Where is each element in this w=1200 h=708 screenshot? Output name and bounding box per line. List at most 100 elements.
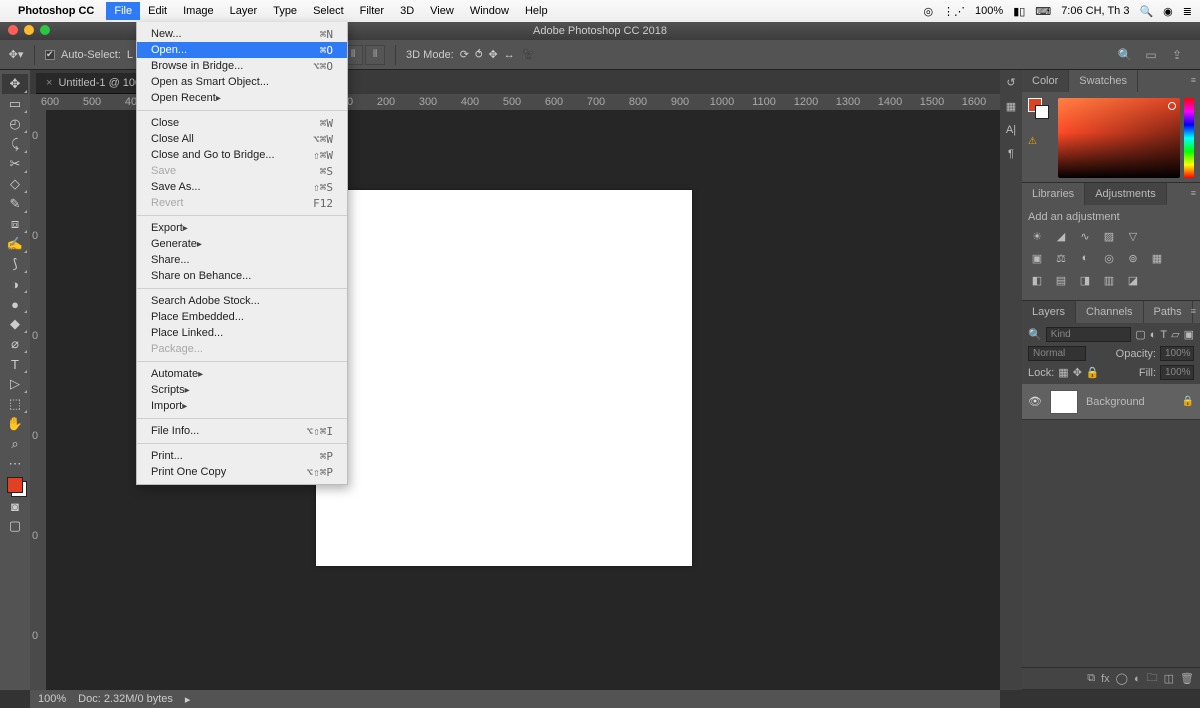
blur-tool[interactable]: ◆ (2, 314, 28, 334)
channel-mixer-icon[interactable]: ⊚ (1124, 249, 1142, 267)
layer-thumbnail[interactable] (1050, 390, 1078, 414)
filter-type-icon[interactable]: T (1160, 329, 1167, 341)
lock-position-icon[interactable]: ✥ (1073, 366, 1082, 379)
shape-tool[interactable]: ⬚ (2, 394, 28, 414)
quick-mask-tool[interactable]: ◙ (2, 496, 28, 516)
gradient-map-icon[interactable]: ▥ (1100, 271, 1118, 289)
doc-info-chevron-icon[interactable]: ▸ (185, 693, 191, 706)
menu-item-automate[interactable]: Automate (137, 366, 347, 382)
menu-item-open-recent[interactable]: Open Recent (137, 90, 347, 106)
color-tab[interactable]: Color (1022, 70, 1069, 92)
eraser-tool[interactable]: ◑ (2, 274, 28, 294)
move-tool[interactable]: ✥ (2, 74, 28, 94)
path-tool[interactable]: ▷ (2, 374, 28, 394)
heal-tool[interactable]: ✎ (2, 194, 28, 214)
exposure-icon[interactable]: ▨ (1100, 227, 1118, 245)
character-panel-icon[interactable]: A| (1003, 122, 1019, 138)
menu-item-close[interactable]: Close⌘W (137, 115, 347, 131)
gamut-warning-icon[interactable]: ⚠ (1028, 136, 1037, 147)
levels-icon[interactable]: ◢ (1052, 227, 1070, 245)
share-icon[interactable]: ⇪ (1168, 46, 1186, 64)
menu-item-print[interactable]: Print...⌘P (137, 448, 347, 464)
fill-field[interactable]: 100% (1160, 365, 1194, 380)
libraries-tab[interactable]: Libraries (1022, 183, 1085, 205)
doc-info[interactable]: Doc: 2.32M/0 bytes (78, 693, 173, 705)
menubar-item-edit[interactable]: Edit (140, 2, 175, 20)
invert-icon[interactable]: ◧ (1028, 271, 1046, 289)
threshold-icon[interactable]: ◨ (1076, 271, 1094, 289)
document-tab[interactable]: × Untitled-1 @ 100 (36, 73, 151, 94)
menubar-item-3d[interactable]: 3D (392, 2, 422, 20)
history-brush-tool[interactable]: ⟆ (2, 254, 28, 274)
group-icon[interactable]: 🗀 (1147, 669, 1158, 688)
panel-menu-icon[interactable]: ≡ (1191, 188, 1196, 198)
menubar-item-filter[interactable]: Filter (352, 2, 392, 20)
hue-slider[interactable] (1184, 98, 1194, 178)
layer-mask-icon[interactable]: ◯ (1116, 672, 1128, 685)
menu-item-new[interactable]: New...⌘N (137, 26, 347, 42)
link-layers-icon[interactable]: ⧉ (1087, 672, 1095, 685)
brightness-icon[interactable]: ☀ (1028, 227, 1046, 245)
delete-layer-icon[interactable]: 🗑 (1180, 672, 1194, 685)
app-name[interactable]: Photoshop CC (18, 5, 94, 17)
color-swatch[interactable] (4, 474, 26, 496)
menubar-item-window[interactable]: Window (462, 2, 517, 20)
adjustments-tab[interactable]: Adjustments (1085, 183, 1167, 205)
menu-item-search-adobe-stock[interactable]: Search Adobe Stock... (137, 293, 347, 309)
dodge-tool[interactable]: ⌀ (2, 334, 28, 354)
color-swatch-fgbg[interactable]: ⚠ (1028, 98, 1048, 128)
menubar-item-help[interactable]: Help (517, 2, 556, 20)
3d-slide-icon[interactable]: ↔ (504, 49, 515, 61)
file-dropdown-menu[interactable]: New...⌘NOpen...⌘OBrowse in Bridge...⌥⌘OO… (136, 22, 348, 485)
photo-filter-icon[interactable]: ◎ (1100, 249, 1118, 267)
3d-roll-icon[interactable]: ⥀ (475, 48, 483, 61)
color-balance-icon[interactable]: ⚖ (1052, 249, 1070, 267)
menu-item-share[interactable]: Share... (137, 252, 347, 268)
visibility-toggle-icon[interactable]: 👁 (1028, 395, 1042, 408)
3d-zoom-icon[interactable]: 🎥 (521, 48, 535, 61)
filter-pixel-icon[interactable]: ▢ (1135, 328, 1145, 341)
panel-menu-icon[interactable]: ≡ (1191, 306, 1196, 316)
menu-item-browse-in-bridge[interactable]: Browse in Bridge...⌥⌘O (137, 58, 347, 74)
menu-item-open[interactable]: Open...⌘O (137, 42, 347, 58)
close-window-icon[interactable] (8, 25, 18, 35)
minimize-window-icon[interactable] (24, 25, 34, 35)
opacity-field[interactable]: 100% (1160, 346, 1194, 361)
menu-item-import[interactable]: Import (137, 398, 347, 414)
3d-pan-icon[interactable]: ✥ (488, 48, 497, 61)
eyedropper-tool[interactable]: ◇ (2, 174, 28, 194)
menu-item-close-all[interactable]: Close All⌥⌘W (137, 131, 347, 147)
screen-mode-tool[interactable]: ▢ (2, 516, 28, 536)
lock-pixels-icon[interactable]: ▦ (1058, 366, 1068, 379)
stamp-tool[interactable]: ✍ (2, 234, 28, 254)
menu-item-close-and-go-to-bridge[interactable]: Close and Go to Bridge...⇧⌘W (137, 147, 347, 163)
selective-color-icon[interactable]: ◪ (1124, 271, 1142, 289)
close-tab-icon[interactable]: × (46, 77, 52, 89)
menu-item-place-linked[interactable]: Place Linked... (137, 325, 347, 341)
menu-item-place-embedded[interactable]: Place Embedded... (137, 309, 347, 325)
notif-icon[interactable]: ≣ (1183, 5, 1192, 18)
channels-tab[interactable]: Channels (1076, 301, 1143, 323)
spotlight-icon[interactable]: 🔍 (1139, 5, 1153, 18)
filter-smart-icon[interactable]: ▣ (1184, 328, 1194, 341)
swatches-tab[interactable]: Swatches (1069, 70, 1138, 92)
color-lookup-icon[interactable]: ▦ (1148, 249, 1166, 267)
workspace-icon[interactable]: ▭ (1142, 46, 1160, 64)
auto-select-target[interactable]: L (127, 49, 133, 61)
edit-toolbar[interactable]: ⋯ (2, 454, 28, 474)
filter-kind-field[interactable]: Kind (1046, 327, 1132, 342)
menu-item-scripts[interactable]: Scripts (137, 382, 347, 398)
history-panel-icon[interactable]: ↺ (1003, 74, 1019, 90)
layers-tab[interactable]: Layers (1022, 301, 1076, 323)
menubar-item-layer[interactable]: Layer (222, 2, 266, 20)
type-tool[interactable]: T (2, 354, 28, 374)
background-color-icon[interactable] (1035, 105, 1049, 119)
menu-item-generate[interactable]: Generate (137, 236, 347, 252)
gradient-tool[interactable]: ● (2, 294, 28, 314)
menubar-item-view[interactable]: View (422, 2, 462, 20)
vibrance-icon[interactable]: ▽ (1124, 227, 1142, 245)
zoom-level[interactable]: 100% (38, 693, 66, 705)
auto-select-checkbox[interactable] (45, 50, 55, 60)
menu-item-file-info[interactable]: File Info...⌥⇧⌘I (137, 423, 347, 439)
menu-item-open-as-smart-object[interactable]: Open as Smart Object... (137, 74, 347, 90)
